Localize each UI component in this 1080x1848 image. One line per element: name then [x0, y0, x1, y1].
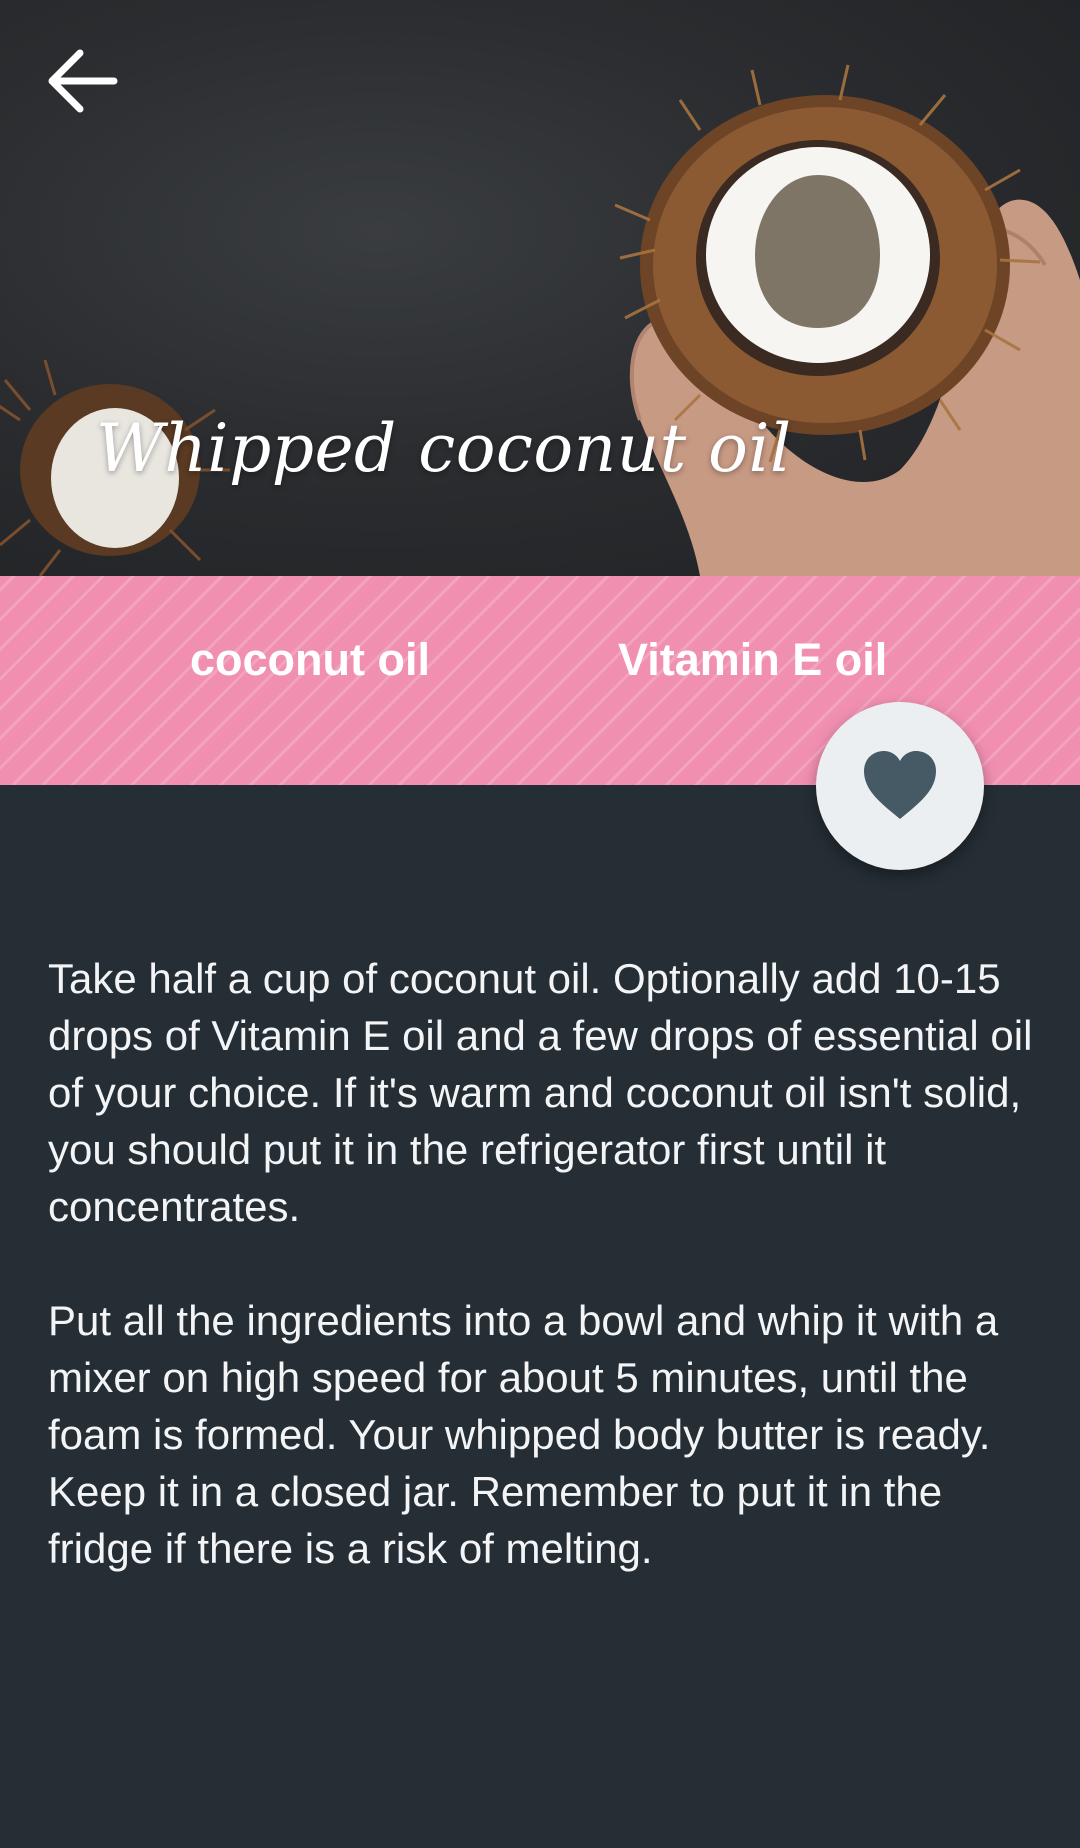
- heart-icon: [864, 751, 936, 819]
- instruction-paragraph: Take half a cup of coconut oil. Optional…: [48, 955, 1033, 1230]
- recipe-title: Whipped coconut oil: [96, 410, 792, 487]
- instructions: Take half a cup of coconut oil. Optional…: [48, 950, 1038, 1634]
- coconut-photo: [0, 64, 1080, 576]
- ingredient-chip[interactable]: Vitamin E oil: [618, 634, 887, 686]
- instruction-paragraph: Put all the ingredients into a bowl and …: [48, 1297, 999, 1572]
- arrow-left-icon: [48, 49, 118, 113]
- favorite-button[interactable]: [816, 702, 984, 870]
- back-button[interactable]: [44, 46, 124, 116]
- ingredient-chip[interactable]: coconut oil: [190, 634, 430, 686]
- hero-image: Whipped coconut oil: [0, 0, 1080, 576]
